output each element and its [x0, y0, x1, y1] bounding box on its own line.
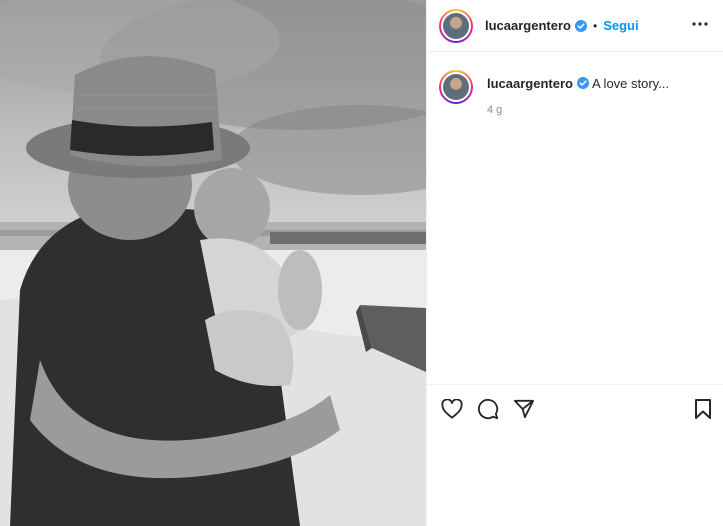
header-user-line: lucaargentero • Segui: [485, 18, 639, 33]
post-header: lucaargentero • Segui: [427, 0, 723, 52]
verified-badge-icon: [576, 77, 589, 89]
caption: lucaargentero A love story...: [487, 76, 669, 91]
header-username[interactable]: lucaargentero: [485, 18, 571, 33]
caption-avatar-image: [443, 74, 469, 100]
verified-badge-icon: [574, 19, 587, 32]
follow-button[interactable]: Segui: [603, 18, 638, 33]
post-photo[interactable]: [0, 0, 426, 526]
bookmark-icon[interactable]: [690, 396, 716, 422]
post-side-panel: lucaargentero • Segui lucaargentero A lo…: [426, 0, 723, 526]
post-time-ago[interactable]: 4 g: [487, 104, 502, 116]
more-horizontal-icon[interactable]: [690, 14, 710, 34]
share-paper-plane-icon[interactable]: [511, 396, 537, 422]
post-photo-art: [0, 0, 426, 526]
caption-username[interactable]: lucaargentero: [487, 76, 573, 91]
caption-avatar[interactable]: [439, 70, 473, 104]
avatar[interactable]: [439, 8, 473, 43]
header-separator: •: [592, 18, 598, 33]
caption-text: A love story...: [591, 76, 670, 91]
caption-row: lucaargentero A love story...: [439, 70, 669, 104]
heart-icon[interactable]: [439, 396, 465, 422]
action-bar: [427, 384, 723, 432]
avatar-image: [443, 12, 469, 39]
comment-icon[interactable]: [475, 396, 501, 422]
